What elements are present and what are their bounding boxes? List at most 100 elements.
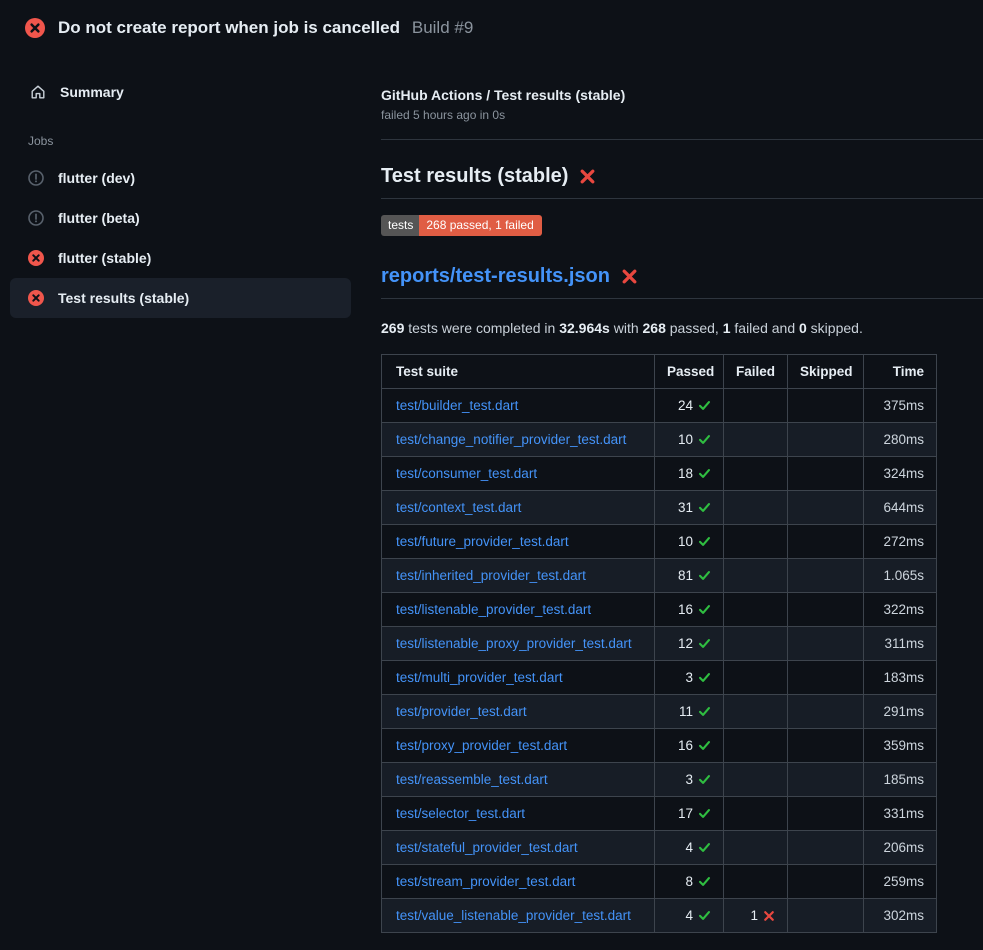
skipped-cell [788, 763, 864, 797]
failed-cell [724, 661, 788, 695]
table-row: test/consumer_test.dart18324ms [382, 457, 937, 491]
passed-cell: 3 [655, 661, 724, 695]
time-cell: 311ms [864, 627, 937, 661]
test-suite-link[interactable]: test/inherited_provider_test.dart [396, 568, 586, 583]
summary-segment: 1 [723, 320, 731, 336]
green-check-icon [698, 841, 711, 854]
summary-segment: 32.964s [559, 320, 610, 336]
suite-cell: test/future_provider_test.dart [382, 525, 655, 559]
test-suite-link[interactable]: test/value_listenable_provider_test.dart [396, 908, 631, 923]
sidebar-item-flutter-beta[interactable]: flutter (beta) [10, 198, 351, 238]
summary-label: Summary [60, 84, 124, 100]
suite-cell: test/stateful_provider_test.dart [382, 831, 655, 865]
failed-cell [724, 559, 788, 593]
summary-segment: passed, [666, 320, 723, 336]
skipped-cell [788, 457, 864, 491]
x-circle-fill-icon [28, 250, 44, 266]
failed-cell [724, 831, 788, 865]
table-row: test/builder_test.dart24375ms [382, 389, 937, 423]
test-suite-link[interactable]: test/future_provider_test.dart [396, 534, 569, 549]
time-cell: 644ms [864, 491, 937, 525]
red-cross-icon [579, 168, 596, 185]
jobs-section-label: Jobs [28, 134, 351, 148]
test-suite-link[interactable]: test/reassemble_test.dart [396, 772, 548, 787]
passed-cell: 10 [655, 525, 724, 559]
time-cell: 206ms [864, 831, 937, 865]
test-suite-link[interactable]: test/change_notifier_provider_test.dart [396, 432, 626, 447]
section-title: Test results (stable) [381, 165, 983, 199]
column-header-skipped: Skipped [788, 355, 864, 389]
test-suite-link[interactable]: test/multi_provider_test.dart [396, 670, 563, 685]
test-suite-link[interactable]: test/listenable_provider_test.dart [396, 602, 591, 617]
failed-cell [724, 865, 788, 899]
suite-cell: test/provider_test.dart [382, 695, 655, 729]
test-suite-link[interactable]: test/builder_test.dart [396, 398, 518, 413]
summary-line: 269 tests were completed in 32.964s with… [381, 320, 983, 336]
alert-circle-icon [28, 210, 44, 226]
test-suite-link[interactable]: test/listenable_proxy_provider_test.dart [396, 636, 632, 651]
passed-cell: 81 [655, 559, 724, 593]
jobs-sidebar: Summary Jobs flutter (dev) flutter (beta)… [0, 50, 381, 318]
suite-cell: test/context_test.dart [382, 491, 655, 525]
tests-badge[interactable]: tests 268 passed, 1 failed [381, 215, 542, 236]
suite-cell: test/proxy_provider_test.dart [382, 729, 655, 763]
green-check-icon [698, 807, 711, 820]
table-row: test/stream_provider_test.dart8259ms [382, 865, 937, 899]
check-run-title: Do not create report when job is cancell… [58, 18, 400, 37]
test-suite-link[interactable]: test/selector_test.dart [396, 806, 525, 821]
time-cell: 331ms [864, 797, 937, 831]
test-suite-link[interactable]: test/proxy_provider_test.dart [396, 738, 567, 753]
status-line: failed 5 hours ago in 0s [381, 108, 983, 122]
failed-cell [724, 525, 788, 559]
failed-cell [724, 695, 788, 729]
skipped-cell [788, 729, 864, 763]
skipped-cell [788, 661, 864, 695]
table-row: test/provider_test.dart11291ms [382, 695, 937, 729]
passed-cell: 24 [655, 389, 724, 423]
green-check-icon [698, 501, 711, 514]
test-suite-link[interactable]: test/provider_test.dart [396, 704, 527, 719]
passed-cell: 12 [655, 627, 724, 661]
test-suite-link[interactable]: test/stream_provider_test.dart [396, 874, 575, 889]
test-suite-link[interactable]: test/stateful_provider_test.dart [396, 840, 578, 855]
table-header-row: Test suitePassedFailedSkippedTime [382, 355, 937, 389]
passed-cell: 16 [655, 729, 724, 763]
tests-badge-value: 268 passed, 1 failed [419, 215, 541, 236]
sidebar-item-summary[interactable]: Summary [10, 76, 351, 108]
test-suite-link[interactable]: test/consumer_test.dart [396, 466, 537, 481]
time-cell: 183ms [864, 661, 937, 695]
report-title: reports/test-results.json [381, 265, 983, 299]
passed-cell: 18 [655, 457, 724, 491]
green-check-icon [698, 535, 711, 548]
time-cell: 272ms [864, 525, 937, 559]
suite-cell: test/change_notifier_provider_test.dart [382, 423, 655, 457]
skipped-cell [788, 627, 864, 661]
suite-cell: test/inherited_provider_test.dart [382, 559, 655, 593]
passed-cell: 16 [655, 593, 724, 627]
passed-cell: 11 [655, 695, 724, 729]
suite-cell: test/reassemble_test.dart [382, 763, 655, 797]
sidebar-jobs-list: flutter (dev) flutter (beta) flutter (stab… [10, 158, 351, 318]
failed-cell [724, 491, 788, 525]
summary-segment: skipped. [807, 320, 863, 336]
job-label: flutter (beta) [58, 210, 140, 226]
green-check-icon [698, 433, 711, 446]
table-row: test/listenable_provider_test.dart16322m… [382, 593, 937, 627]
suite-cell: test/multi_provider_test.dart [382, 661, 655, 695]
sidebar-item-flutter-dev[interactable]: flutter (dev) [10, 158, 351, 198]
time-cell: 259ms [864, 865, 937, 899]
skipped-cell [788, 491, 864, 525]
sidebar-item-test-results-stable[interactable]: Test results (stable) [10, 278, 351, 318]
suite-cell: test/stream_provider_test.dart [382, 865, 655, 899]
passed-cell: 4 [655, 831, 724, 865]
summary-segment: with [610, 320, 643, 336]
job-label: flutter (dev) [58, 170, 135, 186]
green-check-icon [698, 875, 711, 888]
report-file-link[interactable]: reports/test-results.json [381, 265, 610, 288]
sidebar-item-flutter-stable[interactable]: flutter (stable) [10, 238, 351, 278]
table-row: test/context_test.dart31644ms [382, 491, 937, 525]
table-row: test/change_notifier_provider_test.dart1… [382, 423, 937, 457]
test-suite-link[interactable]: test/context_test.dart [396, 500, 521, 515]
passed-cell: 4 [655, 899, 724, 933]
red-cross-icon [763, 910, 775, 922]
